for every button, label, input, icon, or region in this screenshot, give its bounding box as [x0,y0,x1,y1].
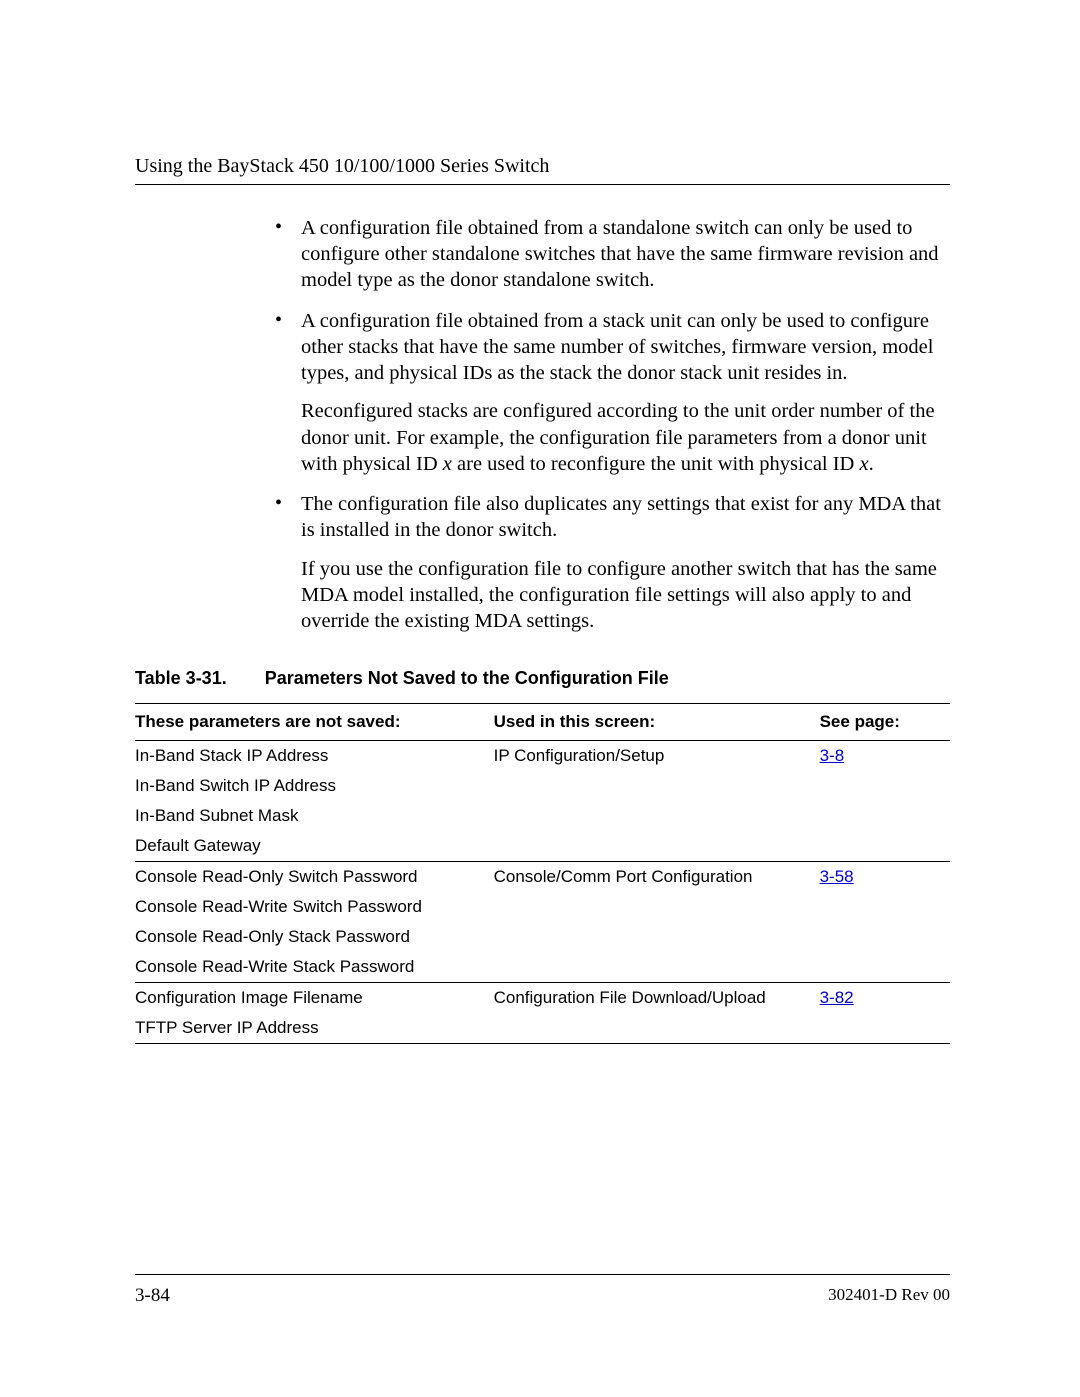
table-row: Console Read-Write Switch Password [135,892,950,922]
table-cell-param: In-Band Stack IP Address [135,741,494,772]
table-cell-page [820,771,950,801]
bullet-text: The configuration file also duplicates a… [301,493,941,541]
table-cell-param: Console Read-Only Switch Password [135,862,494,893]
table-cell-param: Default Gateway [135,831,494,862]
table-header-screen: Used in this screen: [494,704,820,741]
footer-doc-id: 302401-D Rev 00 [828,1285,950,1305]
page-link[interactable]: 3-82 [820,988,854,1007]
page-link[interactable]: 3-58 [820,867,854,886]
table-cell-screen [494,801,820,831]
bullet-text: A configuration file obtained from a sta… [301,217,939,291]
table-header-row: These parameters are not saved: Used in … [135,704,950,741]
table-row: TFTP Server IP Address [135,1013,950,1044]
table-cell-screen [494,922,820,952]
table-cell-screen [494,771,820,801]
bullet-list: A configuration file obtained from a sta… [275,215,950,634]
table-row: Configuration Image Filename Configurati… [135,983,950,1014]
text-run: are used to reconfigure the unit with ph… [452,453,860,475]
running-header: Using the BayStack 450 10/100/1000 Serie… [135,155,950,185]
table-row: Console Read-Only Stack Password [135,922,950,952]
table-row: Console Read-Write Stack Password [135,952,950,983]
bullet-item: The configuration file also duplicates a… [275,491,950,634]
table-cell-screen [494,1013,820,1044]
bullet-extra-paragraph: If you use the configuration file to con… [301,556,950,635]
table-row: In-Band Subnet Mask [135,801,950,831]
table-row: Default Gateway [135,831,950,862]
table-cell-page: 3-58 [820,862,950,893]
table-header-param: These parameters are not saved: [135,704,494,741]
text-run: . [869,453,874,475]
table-cell-param: Console Read-Only Stack Password [135,922,494,952]
table-cell-param: In-Band Subnet Mask [135,801,494,831]
table-cell-param: Console Read-Write Stack Password [135,952,494,983]
table-cell-param: TFTP Server IP Address [135,1013,494,1044]
table-cell-param: Console Read-Write Switch Password [135,892,494,922]
table-row: In-Band Stack IP Address IP Configuratio… [135,741,950,772]
params-table: These parameters are not saved: Used in … [135,703,950,1044]
italic-text: x [443,453,452,475]
table-cell-page [820,1013,950,1044]
table-cell-screen: IP Configuration/Setup [494,741,820,772]
italic-text: x [860,453,869,475]
table-cell-page: 3-8 [820,741,950,772]
table-cell-page [820,831,950,862]
table-cell-screen [494,831,820,862]
table-header-page: See page: [820,704,950,741]
table-cell-screen: Console/Comm Port Configuration [494,862,820,893]
table-cell-screen [494,952,820,983]
table-label: Table 3-31. [135,668,227,689]
table-cell-screen [494,892,820,922]
text-run: If you use the configuration file to con… [301,558,937,632]
bullet-extra-paragraph: Reconfigured stacks are configured accor… [301,398,950,477]
bullet-item: A configuration file obtained from a sta… [275,308,950,477]
table-cell-page: 3-82 [820,983,950,1014]
table-cell-page [820,892,950,922]
bullet-item: A configuration file obtained from a sta… [275,215,950,294]
table-cell-param: In-Band Switch IP Address [135,771,494,801]
table-cell-page [820,801,950,831]
table-cell-page [820,922,950,952]
table-cell-screen: Configuration File Download/Upload [494,983,820,1014]
table-row: In-Band Switch IP Address [135,771,950,801]
footer-page-number: 3-84 [135,1285,170,1306]
table-caption: Table 3-31. Parameters Not Saved to the C… [135,668,950,689]
table-cell-param: Configuration Image Filename [135,983,494,1014]
bullet-text: A configuration file obtained from a sta… [301,310,933,384]
page-footer: 3-84 302401-D Rev 00 [135,1274,950,1307]
page: Using the BayStack 450 10/100/1000 Serie… [0,0,1080,1397]
table-title: Parameters Not Saved to the Configuratio… [265,668,669,688]
page-link[interactable]: 3-8 [820,746,845,765]
body-text: A configuration file obtained from a sta… [275,215,950,634]
table-row: Console Read-Only Switch Password Consol… [135,862,950,893]
table-cell-page [820,952,950,983]
